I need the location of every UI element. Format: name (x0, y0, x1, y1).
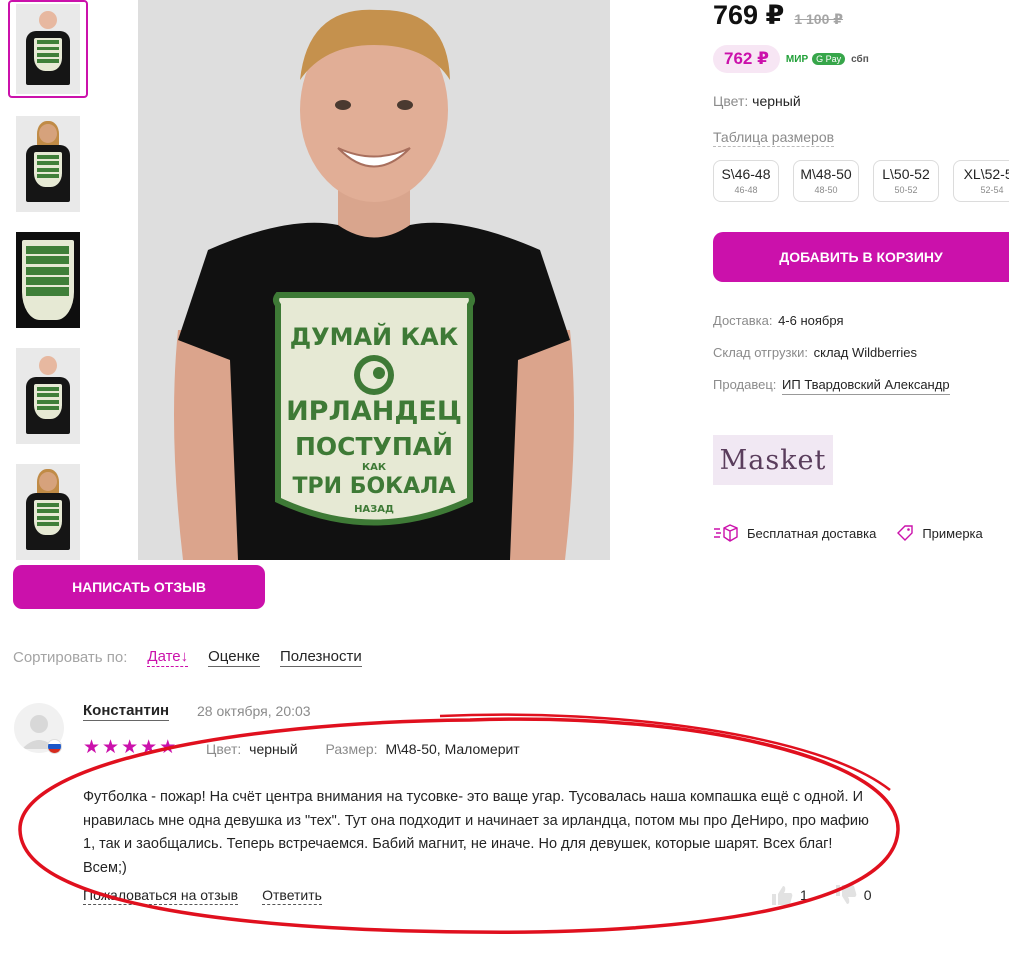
star-icon: ★ (121, 737, 139, 758)
thumbnail-2[interactable] (16, 116, 80, 212)
size-option-xl[interactable]: XL\52-54 52-54 (953, 160, 1009, 202)
svg-text:НАЗАД: НАЗАД (354, 504, 394, 515)
review-size-label: Размер: (325, 741, 378, 757)
size-label: S\46-48 (721, 166, 771, 182)
dislike-count: 0 (863, 887, 872, 903)
complain-link[interactable]: Пожаловаться на отзыв (83, 887, 239, 905)
sort-label: Сортировать по: (13, 649, 128, 666)
star-icon: ★ (140, 737, 158, 758)
reply-link[interactable]: Ответить (262, 887, 322, 905)
thumbnail-image (16, 464, 80, 560)
add-to-cart-button[interactable]: ДОБАВИТЬ В КОРЗИНУ (713, 232, 1009, 282)
review-size-value: M\48-50, Маломерит (385, 741, 520, 757)
review-actions: Пожаловаться на отзыв Ответить (83, 887, 346, 905)
svg-text:ДУМАЙ КАК: ДУМАЙ КАК (290, 322, 459, 351)
main-product-photo[interactable]: ДУМАЙ КАК ИРЛАНДЕЦ ПОСТУПАЙ КАК ТРИ БОКА… (138, 0, 610, 560)
thumbnail-5[interactable] (16, 464, 80, 560)
size-selector: S\46-48 46-48 M\48-50 48-50 L\50-52 50-5… (713, 160, 1009, 202)
brand-logo[interactable]: Masket (713, 435, 833, 485)
sort-by-rating[interactable]: Оценке (208, 648, 260, 667)
sbp-icon: сбп (851, 53, 869, 65)
sort-row: Сортировать по: Дате↓ Оценке Полезности (13, 648, 382, 667)
thumbnail-4[interactable] (16, 348, 80, 444)
write-review-button[interactable]: НАПИСАТЬ ОТЗЫВ (13, 565, 265, 609)
size-label: XL\52-54 (963, 166, 1009, 182)
free-delivery-label: Бесплатная доставка (747, 525, 877, 541)
delivery-value: 4-6 ноября (778, 313, 844, 328)
size-label: M\48-50 (800, 166, 852, 182)
price-row: 769 ₽ 1 100 ₽ (713, 0, 843, 36)
review-meta: Цвет: черный Размер: M\48-50, Маломерит (206, 741, 520, 757)
thumbnail-1[interactable] (8, 0, 88, 98)
warehouse-info: Склад отгрузки: склад Wildberries (713, 345, 917, 360)
old-price: 1 100 ₽ (794, 11, 844, 27)
svg-text:ИРЛАНДЕЦ: ИРЛАНДЕЦ (286, 396, 462, 427)
size-option-m[interactable]: M\48-50 48-50 (793, 160, 859, 202)
review-text: Футболка - пожар! На счёт центра внимани… (83, 789, 869, 876)
features-row: Бесплатная доставка Примерка (713, 524, 1003, 542)
sort-by-date[interactable]: Дате↓ (147, 648, 189, 667)
star-icon: ★ (83, 737, 101, 758)
delivery-box-icon (714, 524, 738, 542)
thumbnail-3[interactable] (16, 232, 80, 328)
size-sub-label: 46-48 (734, 185, 758, 195)
like-count: 1 (800, 887, 808, 903)
size-option-l[interactable]: L\50-52 50-52 (873, 160, 939, 202)
russia-flag-icon (47, 739, 62, 754)
thumbnail-image (16, 232, 80, 328)
seller-label: Продавец: (713, 377, 777, 392)
delivery-label: Доставка: (713, 313, 773, 328)
color-value: черный (752, 93, 801, 109)
star-icon: ★ (159, 737, 177, 758)
wallet-price[interactable]: 762 ₽ (713, 45, 780, 73)
review-votes: 1 0 (770, 884, 898, 906)
free-delivery-feature: Бесплатная доставка (713, 524, 876, 542)
like-button[interactable]: 1 (770, 884, 808, 906)
mir-icon: МИР (785, 53, 809, 65)
review-rating: ★ ★ ★ ★ ★ (83, 738, 176, 758)
warehouse-value: склад Wildberries (813, 345, 917, 360)
svg-text:ТРИ БОКАЛА: ТРИ БОКАЛА (293, 474, 456, 499)
tag-icon (897, 525, 914, 541)
thumbs-down-icon (835, 885, 857, 904)
color-label: Цвет: (713, 93, 749, 109)
star-icon: ★ (102, 737, 120, 758)
try-on-label: Примерка (922, 525, 983, 541)
product-photo-illustration: ДУМАЙ КАК ИРЛАНДЕЦ ПОСТУПАЙ КАК ТРИ БОКА… (138, 0, 610, 560)
seller-info: Продавец: ИП Твардовский Александр (713, 377, 950, 395)
try-on-feature: Примерка (896, 524, 983, 542)
reviewer-name[interactable]: Константин (83, 702, 170, 721)
wallet-price-row: 762 ₽ МИР G Pay сбп (713, 44, 869, 74)
size-label: L\50-52 (882, 166, 930, 182)
review-color-value: черный (249, 741, 298, 757)
svg-text:КАК: КАК (362, 462, 387, 473)
gpay-icon: G Pay (812, 53, 846, 65)
warehouse-label: Склад отгрузки: (713, 345, 808, 360)
size-sub-label: 48-50 (814, 185, 838, 195)
current-price: 769 ₽ (713, 0, 785, 30)
thumbnail-image (16, 116, 80, 212)
review-color-label: Цвет: (206, 741, 242, 757)
seller-link[interactable]: ИП Твардовский Александр (782, 377, 950, 395)
svg-text:ПОСТУПАЙ: ПОСТУПАЙ (295, 432, 453, 461)
size-option-s[interactable]: S\46-48 46-48 (713, 160, 779, 202)
size-sub-label: 52-54 (980, 185, 1004, 195)
size-sub-label: 50-52 (894, 185, 918, 195)
thumbnail-image (16, 348, 80, 444)
sort-by-usefulness[interactable]: Полезности (279, 648, 362, 667)
color-info: Цвет: черный (713, 93, 801, 109)
review-date: 28 октября, 20:03 (197, 703, 311, 719)
dislike-button[interactable]: 0 (834, 884, 872, 906)
thumbnail-image (16, 4, 80, 94)
delivery-info: Доставка: 4-6 ноября (713, 313, 844, 328)
size-table-link[interactable]: Таблица размеров (713, 129, 835, 147)
thumbs-up-icon (772, 886, 793, 905)
